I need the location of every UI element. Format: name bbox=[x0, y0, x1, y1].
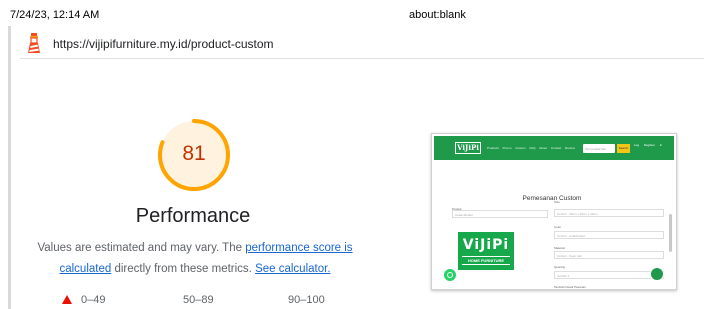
site-floating-button bbox=[650, 267, 664, 281]
print-header: 7/24/23, 12:14 AM about:blank bbox=[0, 0, 704, 22]
final-screenshot-thumbnail[interactable]: ViJiPi Products Promo Custom FAQ About C… bbox=[431, 133, 677, 290]
lighthouse-icon bbox=[25, 32, 43, 54]
metrics-description: Values are estimated and may vary. The p… bbox=[30, 238, 360, 280]
left-divider bbox=[8, 26, 11, 309]
site-navbar: ViJiPi Products Promo Custom FAQ About C… bbox=[434, 136, 674, 160]
site-quantity-label: Quantity bbox=[554, 265, 566, 269]
legend-average: 50–89 bbox=[183, 294, 214, 306]
fail-triangle-icon bbox=[62, 295, 72, 304]
site-quantity-field: Jumlah 1 bbox=[554, 271, 664, 279]
report-url[interactable]: https://vijipifurniture.my.id/product-cu… bbox=[53, 37, 274, 51]
site-menu: Products Promo Custom FAQ About Contact … bbox=[487, 146, 575, 150]
legend-average-range: 50–89 bbox=[183, 294, 214, 306]
site-color-field: Contoh : Coklat Kayu bbox=[554, 231, 664, 239]
legend-pass: 90–100 bbox=[288, 294, 325, 306]
legend-fail: 0–49 bbox=[62, 294, 105, 306]
site-size-label: Size bbox=[554, 200, 560, 204]
site-logo: ViJiPi bbox=[455, 142, 481, 154]
description-prefix: Values are estimated and may vary. The bbox=[37, 242, 246, 254]
site-note-label: Tambah Detail Pesanan bbox=[554, 285, 586, 289]
legend-pass-range: 90–100 bbox=[288, 294, 325, 306]
category-title: Performance bbox=[135, 205, 251, 227]
legend-fail-range: 0–49 bbox=[81, 294, 106, 306]
site-search-button: Search bbox=[617, 144, 630, 153]
site-material-field: Contoh : Kayu Jati bbox=[554, 251, 664, 259]
site-size-field: Contoh : 30cm x 20cm x 40cm bbox=[554, 209, 664, 217]
site-brand-banner: ViJiPi HOME FURNITURE bbox=[458, 232, 514, 270]
site-banner-tagline: HOME FURNITURE bbox=[462, 256, 510, 265]
site-color-label: Color bbox=[554, 225, 562, 229]
site-form-heading: Pemesanan Custom bbox=[522, 195, 582, 202]
description-middle: directly from these metrics. bbox=[111, 263, 256, 275]
site-material-label: Material bbox=[554, 246, 565, 250]
performance-score-value: 81 bbox=[182, 142, 206, 165]
site-search-input: Cari produk lain bbox=[583, 144, 615, 153]
report-url-bar: https://vijipifurniture.my.id/product-cu… bbox=[20, 28, 704, 59]
print-date: 7/24/23, 12:14 AM bbox=[10, 9, 100, 21]
see-calculator-link[interactable]: See calculator. bbox=[255, 263, 330, 275]
site-auth-links: Log Register in bbox=[634, 143, 663, 147]
site-product-select: Cetak Medial bbox=[452, 210, 548, 218]
whatsapp-icon bbox=[444, 269, 456, 281]
print-page-title: about:blank bbox=[409, 9, 466, 21]
site-scrollbar bbox=[669, 214, 672, 252]
site-banner-wordmark: ViJiPi bbox=[462, 237, 510, 253]
